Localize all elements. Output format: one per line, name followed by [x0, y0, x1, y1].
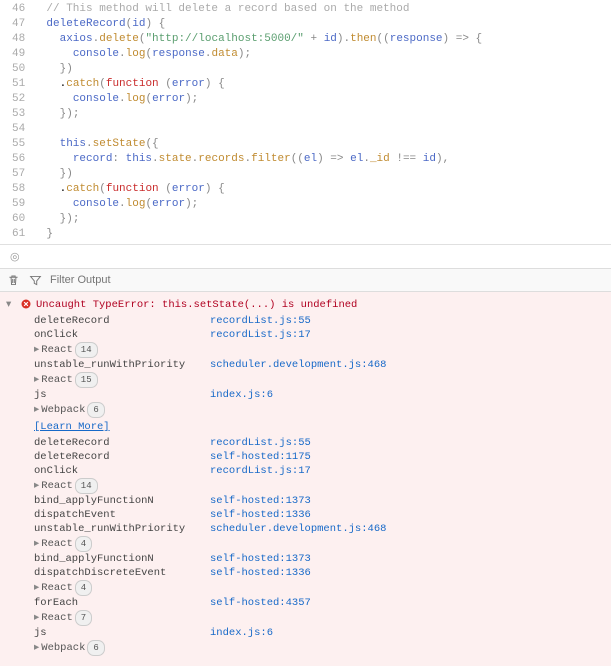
- stack-frame-fn: js: [34, 388, 210, 402]
- stack-frame-fn: bind_applyFunctionN: [34, 552, 210, 566]
- stack-group-label: React: [41, 582, 73, 594]
- stack-frame-fn: unstable_runWithPriority: [34, 522, 210, 536]
- stack-group-count: 4: [75, 580, 92, 596]
- stack-frame: unstable_runWithPriorityscheduler.develo…: [34, 358, 605, 372]
- stack-group-count: 6: [87, 640, 104, 656]
- stack-frame-location[interactable]: self-hosted:1373: [210, 494, 311, 508]
- stack-frame: bind_applyFunctionNself-hosted:1373: [34, 552, 605, 566]
- stack-frame-fn: onClick: [34, 464, 210, 478]
- stack-group-label: React: [41, 480, 73, 492]
- filter-output-input[interactable]: [50, 274, 170, 286]
- stack-group-label: Webpack: [41, 642, 85, 654]
- stack-frame-location[interactable]: recordList.js:55: [210, 436, 311, 450]
- stack-frame-location[interactable]: self-hosted:4357: [210, 596, 311, 610]
- stack-group-count: 7: [75, 610, 92, 626]
- stack-frame-fn: deleteRecord: [34, 436, 210, 450]
- stack-group-toggle[interactable]: ▸React14: [34, 342, 605, 358]
- stack-frame-fn: deleteRecord: [34, 450, 210, 464]
- stack-frame-location[interactable]: recordList.js:17: [210, 328, 311, 342]
- code-content[interactable]: // This method will delete a record base…: [33, 0, 482, 244]
- stack-trace-2: deleteRecordrecordList.js:55deleteRecord…: [34, 436, 605, 656]
- stack-frame: dispatchDiscreteEventself-hosted:1336: [34, 566, 605, 580]
- stack-frame-fn: bind_applyFunctionN: [34, 494, 210, 508]
- filter-icon[interactable]: [28, 273, 42, 287]
- collapse-caret-icon[interactable]: ▾: [6, 298, 16, 312]
- stack-group-label: React: [41, 538, 73, 550]
- stack-group-toggle[interactable]: ▸React15: [34, 372, 605, 388]
- stack-frame-location[interactable]: index.js:6: [210, 626, 273, 640]
- stack-frame-fn: forEach: [34, 596, 210, 610]
- stack-frame: deleteRecordrecordList.js:55: [34, 436, 605, 450]
- chevron-right-icon: ▸: [34, 582, 39, 594]
- stack-group-toggle[interactable]: ▸React4: [34, 580, 605, 596]
- stack-group-toggle[interactable]: ▸Webpack6: [34, 640, 605, 656]
- stack-frame: onClickrecordList.js:17: [34, 328, 605, 342]
- chevron-right-icon: ▸: [34, 642, 39, 654]
- stack-frame-fn: dispatchDiscreteEvent: [34, 566, 210, 580]
- stack-group-toggle[interactable]: ▸React4: [34, 536, 605, 552]
- stack-frame: onClickrecordList.js:17: [34, 464, 605, 478]
- error-message: Uncaught TypeError: this.setState(...) i…: [36, 298, 357, 312]
- stack-frame: jsindex.js:6: [34, 388, 605, 402]
- stack-frame-location[interactable]: index.js:6: [210, 388, 273, 402]
- stack-group-count: 15: [75, 372, 98, 388]
- stack-frame-location[interactable]: scheduler.development.js:468: [210, 522, 386, 536]
- stack-frame: deleteRecordself-hosted:1175: [34, 450, 605, 464]
- stack-frame-location[interactable]: recordList.js:55: [210, 314, 311, 328]
- stack-frame-location[interactable]: scheduler.development.js:468: [210, 358, 386, 372]
- quick-open-hint: ◎: [0, 244, 611, 268]
- target-icon: ◎: [10, 251, 20, 263]
- chevron-right-icon: ▸: [34, 374, 39, 386]
- chevron-right-icon: ▸: [34, 538, 39, 550]
- code-editor[interactable]: 46474849505152535455565758596061 // This…: [0, 0, 611, 244]
- stack-frame-fn: unstable_runWithPriority: [34, 358, 210, 372]
- stack-frame-fn: dispatchEvent: [34, 508, 210, 522]
- chevron-right-icon: ▸: [34, 344, 39, 356]
- console-panel: ▾ Uncaught TypeError: this.setState(...)…: [0, 292, 611, 666]
- console-toolbar: [0, 268, 611, 292]
- stack-frame-fn: deleteRecord: [34, 314, 210, 328]
- stack-group-count: 6: [87, 402, 104, 418]
- stack-frame: unstable_runWithPriorityscheduler.develo…: [34, 522, 605, 536]
- chevron-right-icon: ▸: [34, 612, 39, 624]
- stack-group-count: 14: [75, 342, 98, 358]
- stack-frame: dispatchEventself-hosted:1336: [34, 508, 605, 522]
- stack-frame-location[interactable]: recordList.js:17: [210, 464, 311, 478]
- stack-group-label: React: [41, 612, 73, 624]
- stack-group-label: React: [41, 374, 73, 386]
- stack-frame-fn: js: [34, 626, 210, 640]
- error-icon: [20, 298, 32, 310]
- line-gutter: 46474849505152535455565758596061: [0, 0, 33, 244]
- stack-group-toggle[interactable]: ▸React7: [34, 610, 605, 626]
- stack-group-count: 4: [75, 536, 92, 552]
- learn-more-link[interactable]: [Learn More]: [34, 421, 110, 433]
- stack-frame-location[interactable]: self-hosted:1175: [210, 450, 311, 464]
- stack-group-label: React: [41, 344, 73, 356]
- stack-group-label: Webpack: [41, 404, 85, 416]
- stack-frame: jsindex.js:6: [34, 626, 605, 640]
- stack-frame: deleteRecordrecordList.js:55: [34, 314, 605, 328]
- stack-group-toggle[interactable]: ▸React14: [34, 478, 605, 494]
- stack-frame-location[interactable]: self-hosted:1336: [210, 508, 311, 522]
- chevron-right-icon: ▸: [34, 480, 39, 492]
- stack-frame-location[interactable]: self-hosted:1336: [210, 566, 311, 580]
- stack-frame-location[interactable]: self-hosted:1373: [210, 552, 311, 566]
- stack-frame-fn: onClick: [34, 328, 210, 342]
- stack-trace-1: deleteRecordrecordList.js:55onClickrecor…: [34, 314, 605, 418]
- stack-frame: bind_applyFunctionNself-hosted:1373: [34, 494, 605, 508]
- chevron-right-icon: ▸: [34, 404, 39, 416]
- stack-frame: forEachself-hosted:4357: [34, 596, 605, 610]
- stack-group-count: 14: [75, 478, 98, 494]
- trash-icon[interactable]: [6, 273, 20, 287]
- stack-group-toggle[interactable]: ▸Webpack6: [34, 402, 605, 418]
